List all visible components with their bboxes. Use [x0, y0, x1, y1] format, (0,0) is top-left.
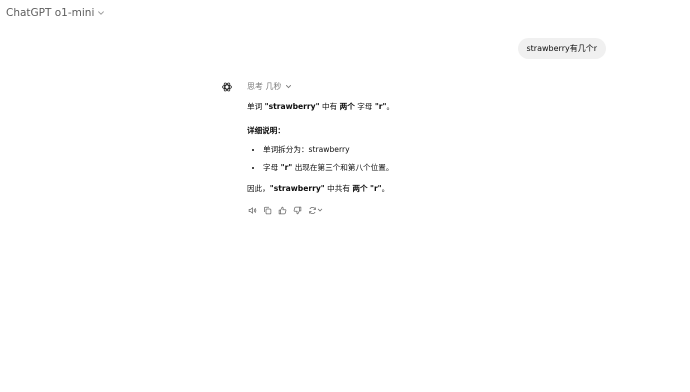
text: 中共有	[324, 184, 353, 193]
text: 出现在第三个和第八个位置。	[292, 163, 394, 172]
thumbs-down-icon	[293, 206, 302, 214]
text: 中有	[319, 102, 340, 111]
text: 字母	[263, 163, 281, 172]
read-aloud-button[interactable]	[247, 205, 258, 216]
bold-text: 两个	[339, 102, 355, 111]
copy-button[interactable]	[262, 205, 273, 216]
bold-text: "r"	[374, 102, 387, 111]
assistant-message: 思考 几秒 单词 "strawberry" 中有 两个 字母 "r"。 详细说明…	[247, 81, 567, 216]
bad-response-button[interactable]	[292, 205, 303, 216]
answer-paragraph: 单词 "strawberry" 中有 两个 字母 "r"。	[247, 101, 567, 112]
model-selector[interactable]: ChatGPT o1-mini	[6, 5, 105, 21]
bold-text: "r"	[369, 184, 382, 193]
message-actions	[247, 204, 567, 216]
user-message-text: strawberry有几个r	[526, 44, 598, 53]
text: 因此，	[247, 184, 270, 193]
text: 单词拆分为：strawberry	[263, 145, 350, 154]
speaker-icon	[248, 206, 257, 214]
bold-text: "strawberry"	[269, 184, 325, 193]
text: 。	[386, 102, 395, 111]
text: 。	[381, 184, 390, 193]
model-title: ChatGPT o1-mini	[6, 7, 95, 19]
bold-text: "r"	[280, 163, 293, 172]
openai-logo-icon	[222, 82, 232, 92]
regenerate-icon	[308, 206, 316, 214]
thinking-toggle[interactable]: 思考 几秒	[247, 81, 567, 92]
assistant-avatar	[219, 79, 235, 95]
list-item: 单词拆分为：strawberry	[263, 144, 567, 155]
bold-text: 两个	[352, 184, 368, 193]
regenerate-button[interactable]	[307, 205, 323, 216]
details-heading: 详细说明：	[247, 126, 285, 135]
chevron-down-icon	[317, 208, 322, 212]
copy-icon	[264, 206, 272, 214]
thumbs-up-icon	[278, 206, 287, 214]
chevron-down-icon	[98, 11, 105, 15]
text: 单词	[247, 102, 265, 111]
chevron-down-icon	[285, 84, 291, 89]
thinking-label: 思考 几秒	[247, 82, 282, 91]
user-message-bubble: strawberry有几个r	[517, 38, 606, 59]
good-response-button[interactable]	[277, 205, 288, 216]
bold-text: "strawberry"	[264, 102, 320, 111]
text: 字母	[354, 102, 375, 111]
list-item: 字母 "r" 出现在第三个和第八个位置。	[263, 162, 567, 173]
conclusion-paragraph: 因此，"strawberry" 中共有 两个 "r"。	[247, 183, 567, 194]
details-list: 单词拆分为：strawberry 字母 "r" 出现在第三个和第八个位置。	[247, 144, 567, 173]
